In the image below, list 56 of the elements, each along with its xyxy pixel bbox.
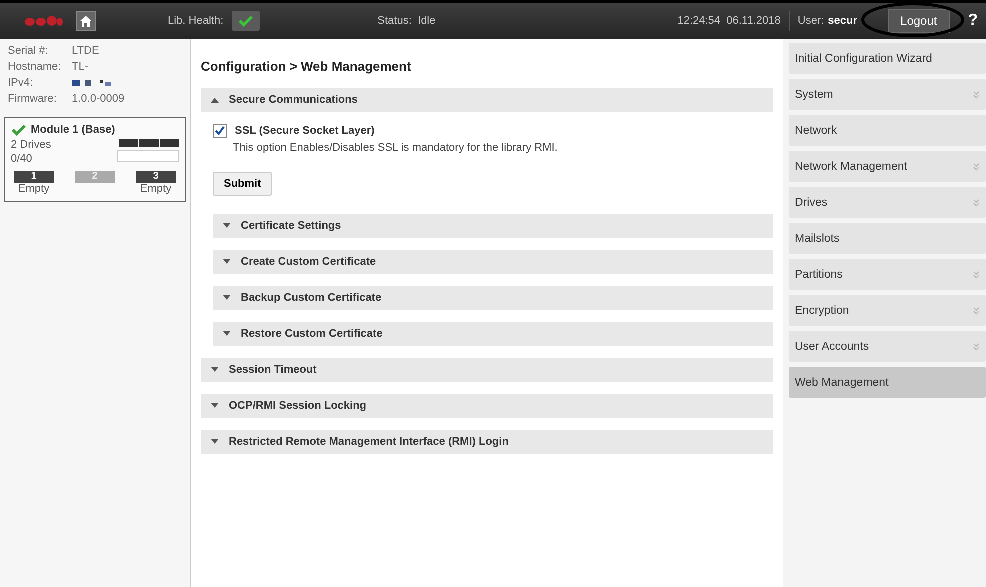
menu-item[interactable]: Partitions	[789, 259, 986, 290]
section-header[interactable]: Secure Communications	[201, 88, 773, 112]
option-label: SSL (Secure Socket Layer)	[235, 125, 375, 137]
home-icon	[79, 14, 93, 28]
section-header[interactable]: Restore Custom Certificate	[213, 322, 773, 346]
menu-item[interactable]: Drives	[789, 187, 986, 218]
menu-item[interactable]: Mailslots	[789, 223, 986, 254]
module-title: Module 1 (Base)	[31, 124, 116, 136]
ssl-checkbox[interactable]	[213, 124, 227, 138]
caret-down-icon	[211, 367, 219, 373]
info-value: 1.0.0-0009	[72, 93, 125, 105]
menu-item[interactable]: Encryption	[789, 295, 986, 326]
info-label: Hostname:	[8, 61, 62, 73]
user-name: secur	[828, 15, 858, 27]
lib-health-label: Lib. Health:	[168, 15, 224, 27]
datetime-text: 12:24:54 06.11.2018	[678, 15, 781, 27]
caret-down-icon	[211, 403, 219, 409]
info-label: IPv4:	[8, 77, 34, 89]
submit-button[interactable]: Submit	[213, 172, 272, 196]
slots-count: 0/40	[11, 153, 34, 165]
info-label: Firmware:	[8, 93, 58, 105]
home-button[interactable]	[76, 11, 96, 31]
caret-down-icon	[223, 331, 231, 337]
section-header[interactable]: Backup Custom Certificate	[213, 286, 773, 310]
menu-item[interactable]: Initial Configuration Wizard	[789, 43, 986, 74]
user-label: User:	[798, 15, 824, 27]
caret-down-icon	[223, 223, 231, 229]
breadcrumb-title: Configuration > Web Management	[201, 59, 412, 74]
logout-button[interactable]: Logout	[888, 9, 950, 33]
section-header[interactable]: Session Timeout	[201, 358, 773, 382]
caret-down-icon	[223, 295, 231, 301]
section-header[interactable]: Restricted Remote Management Interface (RMI) Login	[201, 430, 773, 454]
section-header[interactable]: Create Custom Certificate	[213, 250, 773, 274]
info-value: LTDE	[72, 45, 100, 57]
menu-item[interactable]: Web Management	[789, 367, 986, 398]
logo-icon	[24, 14, 64, 28]
menu-item[interactable]: User Accounts	[789, 331, 986, 362]
section-header[interactable]: Certificate Settings	[213, 214, 773, 238]
menu-item[interactable]: System	[789, 79, 986, 110]
drives-count: 2 Drives	[11, 139, 52, 151]
menu-item[interactable]: Network	[789, 115, 986, 146]
menu-item[interactable]: Network Management	[789, 151, 986, 182]
magazine-status: Empty	[140, 183, 172, 195]
caret-down-icon	[211, 439, 219, 445]
help-button[interactable]: ?	[966, 12, 980, 30]
section-header[interactable]: OCP/RMI Session Locking	[201, 394, 773, 418]
option-description: This option Enables/Disables SSL is mandatory for the library RMI.	[233, 142, 559, 154]
caret-up-icon	[211, 97, 219, 103]
info-label: Serial #:	[8, 45, 50, 57]
magazine-status: Empty	[18, 183, 50, 195]
magazine-slot[interactable]: 1	[14, 171, 54, 183]
caret-down-icon	[223, 259, 231, 265]
check-icon	[238, 15, 254, 27]
magazine-slot[interactable]: 3	[136, 171, 176, 183]
info-value: TL-	[72, 61, 88, 73]
status-text: Status: Idle	[378, 15, 436, 27]
